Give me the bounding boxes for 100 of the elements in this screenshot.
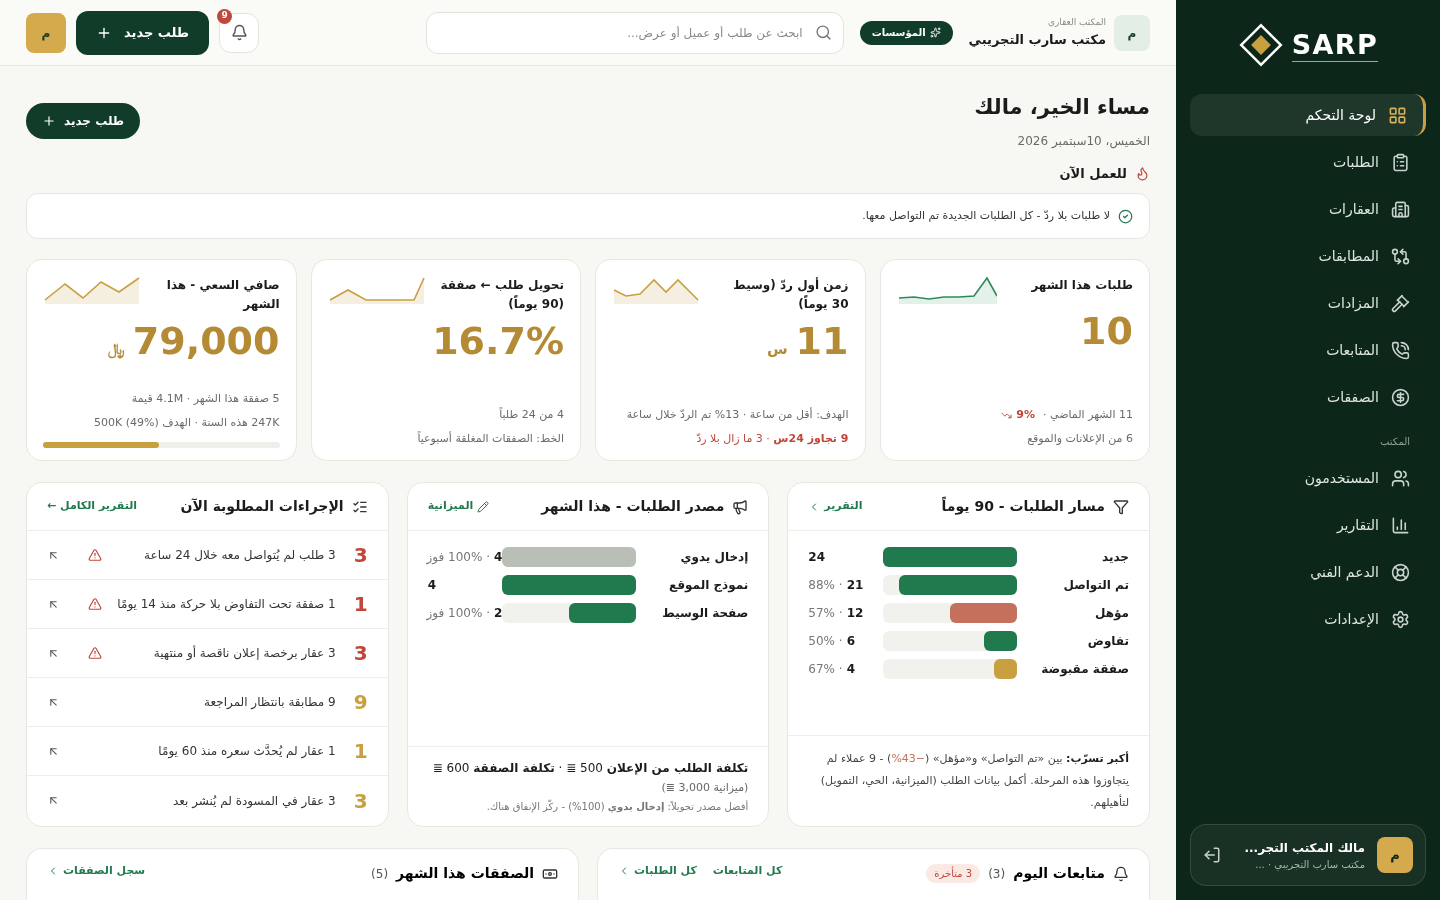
kpi-title: صافي السعي - هذا الشهر [165,277,280,313]
action-count: 3 [352,542,368,569]
card-link[interactable]: الميزانية [427,498,490,515]
kpi-title: طلبات هذا الشهر [1031,277,1133,294]
kpi-detail: 247K هذه السنة · الهدف 500K (49%) [94,415,280,431]
plan-badge: المؤسسات [859,20,953,45]
kpi-detail: 4 من 24 طلباً [499,406,564,423]
bar-count: 4 [427,577,437,594]
nav-item[interactable]: المتابعات [1190,329,1426,371]
arrow-icon [47,794,60,807]
card-title: متابعات اليوم [1013,864,1105,884]
action-count: 3 [352,640,368,667]
date-text: الخميس، 10سبتمبر 2026 [1016,132,1150,150]
flame-icon [1135,165,1150,181]
bar-percent: · 57% [808,605,843,622]
new-request-button[interactable]: طلب جديد [26,103,141,139]
kpi-unit: ﷼ [107,339,125,361]
office-name: مكتب سارب التجريبي [968,30,1106,49]
bar-count: 6 [846,633,855,650]
bar-count: 4 [494,549,503,566]
warning-icon [88,646,102,660]
card-header-icon [732,498,749,515]
kpi-delta: 9% [1016,406,1035,423]
action-text: 3 طلب لم يُتواصل معه خلال 24 ساعة [143,547,336,564]
bar-percent: · 50% [808,633,843,650]
card-title: مصدر الطلبات - هذا الشهر [541,497,725,517]
kpi-value: 79,000 [132,322,280,360]
logo-text: SARP [1291,27,1379,63]
action-count: 1 [352,738,368,765]
card-link[interactable]: سجل الصفقات [47,863,146,880]
notifications-button[interactable]: 9 [219,12,260,53]
bar-label: مؤهل [1094,605,1129,622]
warning-icon [88,548,102,562]
action-text: 1 صفقة تحت التفاوض بلا حركة منذ 14 يومًا [116,596,336,613]
nav-item[interactable]: الدعم الفني [1190,551,1426,593]
nav-icon [1391,293,1410,313]
action-text: 3 عقار في المسودة لم يُنشر بعد [171,792,336,810]
nav-item[interactable]: الطلبات [1190,141,1426,183]
bar-label: جديد [1100,549,1129,566]
kpi-detail: 5 صفقة هذا الشهر · 4.1M قيمة [131,391,280,407]
nav-icon [1391,152,1410,172]
plus-icon [42,114,56,128]
card-link[interactable]: كل المتابعات [712,863,783,880]
overdue-badge: 3 متأخرة [926,864,981,883]
nav-icon [1391,562,1410,582]
user-avatar: م [1377,837,1413,873]
action-text: 3 عقار برخصة إعلان ناقصة أو منتهية [152,644,336,662]
user-name: مالك المكتب التجر... [1243,839,1365,857]
bar-note: · 100% فوز [426,605,490,622]
nav-item[interactable]: المزادات [1190,282,1426,324]
logout-icon[interactable] [1203,846,1221,864]
notice-text: لا طلبات بلا ردّ - كل الطلبات الجديدة تم التواصل معها. [862,207,1110,224]
bar-label: تم التواصل [1062,577,1129,594]
nav-item[interactable]: المستخدمون [1190,457,1426,499]
nav-icon [1388,105,1407,125]
kpi-detail: الهدف: أقل من ساعة · 13% تم الردّ خلال ساعة [626,406,849,423]
user-avatar: م [26,12,66,53]
kpi-unit: س [766,339,788,360]
bar-count: 2 [494,605,503,622]
user-subtitle: مكتب سارب التجريبي · ... [1254,857,1365,872]
nav-icon [1391,609,1410,629]
nav-item[interactable]: المطابقات [1190,235,1426,277]
check-icon [1118,208,1133,224]
card-title: الصفقات هذا الشهر [396,864,534,884]
nav-item[interactable]: الإعدادات [1190,598,1426,640]
card-link[interactable]: كل الطلبات [618,863,697,880]
kpi-title: تحويل طلب ← صفقة (90 يوماً) [439,277,564,314]
kpi-detail: الخط: الصفقات المغلقة أسبوعياً [417,430,564,447]
action-text: 1 عقار لم يُحدَّث سعره منذ 60 يومًا [157,743,336,760]
kpi-value: 16.7% [432,322,564,360]
greeting-title: مساء الخير، مالك [974,94,1150,121]
bar-label: نموذج الموقع [668,577,749,594]
bar-label: صفقة مقبوضة [1040,661,1129,678]
nav-icon [1391,340,1410,360]
bar-label: صفحة الوسيط [661,605,749,622]
nav-item[interactable]: لوحة التحكم [1190,94,1426,136]
notification-badge: 9 [217,8,233,24]
kpi-value: 11 [795,322,849,360]
kpi-detail: 11 الشهر الماضي · [1043,407,1133,423]
card-title: الإجراءات المطلوبة الآن [180,497,344,517]
new-request-button[interactable]: طلب جديد [76,10,210,55]
section-label: المكتب [1379,435,1411,449]
nav-item[interactable]: العقارات [1190,188,1426,230]
card-title: مسار الطلبات - 90 يوماً [941,496,1105,517]
card-link[interactable]: التقرير [808,498,863,515]
nav-icon [1391,246,1410,266]
nav-icon [1391,515,1410,535]
card-count: (3) [988,865,1006,883]
card-link[interactable]: التقرير الكامل ← [47,498,138,515]
action-count: 3 [352,787,368,815]
nav-item[interactable]: التقارير [1190,504,1426,546]
budget-note: (ميزانية 3,000 ≣) [660,779,749,796]
bar-count: 12 [846,605,864,622]
warning-icon [88,597,102,611]
bar-count: 24 [808,549,826,566]
kpi-detail: 9 تجاوز 24س · 3 ما زال بلا ردّ [696,431,849,447]
bar-label: إدخال يدوي [679,549,749,566]
bell-icon [1113,865,1129,882]
nav-item[interactable]: الصفقات [1190,376,1426,418]
bar-label: تفاوض [1086,633,1129,650]
